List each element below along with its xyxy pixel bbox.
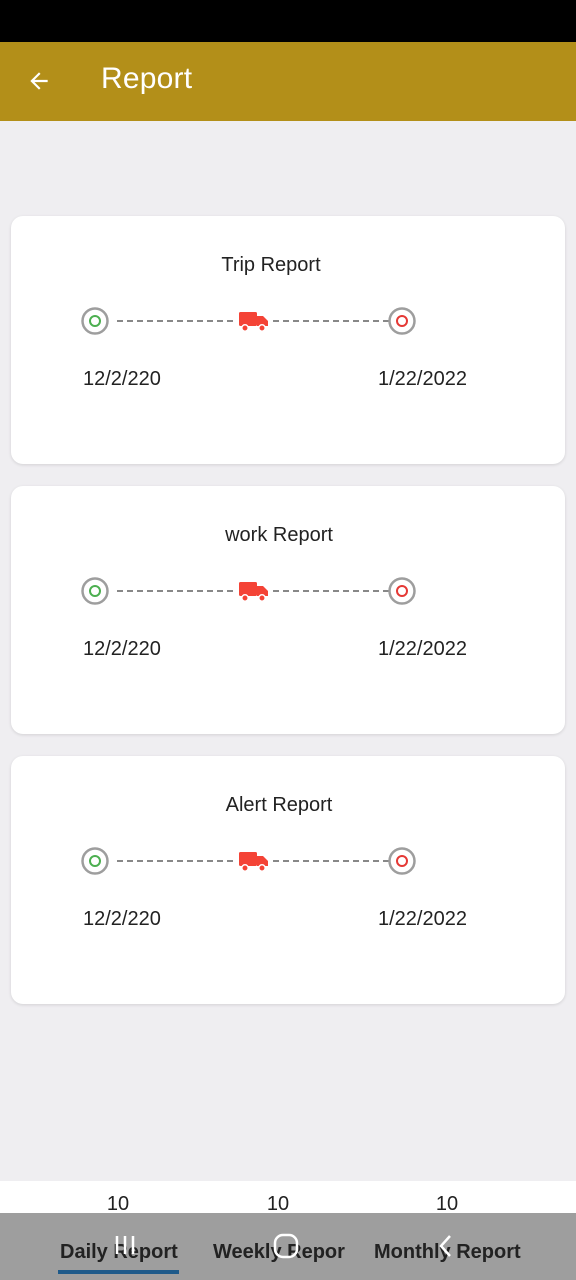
page-title: Report: [101, 62, 193, 95]
end-date: 1/22/2022: [378, 368, 467, 390]
end-point-icon: [388, 577, 416, 605]
start-point-icon: [81, 577, 109, 605]
tab-counts: 10 10 10: [0, 1181, 576, 1215]
route-line: [79, 306, 419, 336]
truck-icon: [239, 852, 268, 872]
card-title: Alert Report: [225, 794, 333, 816]
recents-icon[interactable]: [112, 1233, 138, 1257]
card-title: Trip Report: [221, 254, 321, 276]
end-date: 1/22/2022: [378, 908, 467, 930]
selected-tab-indicator: [58, 1270, 179, 1274]
status-bar: [0, 0, 576, 42]
report-card-alert[interactable]: Alert Report 12/2/220 1/22/2022: [11, 756, 565, 1004]
back-button[interactable]: [22, 64, 56, 98]
truck-icon: [239, 582, 268, 602]
report-card-trip[interactable]: Trip Report 12/2/220 1/22/2022: [11, 216, 565, 464]
arrow-left-icon: [30, 72, 48, 90]
tab-bar: Daily Report Weekly Repor Monthly Report: [0, 1213, 576, 1280]
end-date: 1/22/2022: [378, 638, 467, 660]
truck-icon: [239, 312, 268, 332]
report-card-work[interactable]: work Report 12/2/220 1/22/2022: [11, 486, 565, 734]
home-icon[interactable]: [272, 1233, 300, 1259]
route-line: [79, 846, 419, 876]
start-date: 12/2/220: [83, 638, 161, 660]
start-point-icon: [81, 307, 109, 335]
card-title: work Report: [225, 524, 333, 546]
start-point-icon: [81, 847, 109, 875]
start-date: 12/2/220: [83, 368, 161, 390]
start-date: 12/2/220: [83, 908, 161, 930]
back-chevron-icon[interactable]: [436, 1233, 456, 1259]
end-point-icon: [388, 847, 416, 875]
route-line: [79, 576, 419, 606]
app-bar: Report: [0, 42, 576, 121]
end-point-icon: [388, 307, 416, 335]
